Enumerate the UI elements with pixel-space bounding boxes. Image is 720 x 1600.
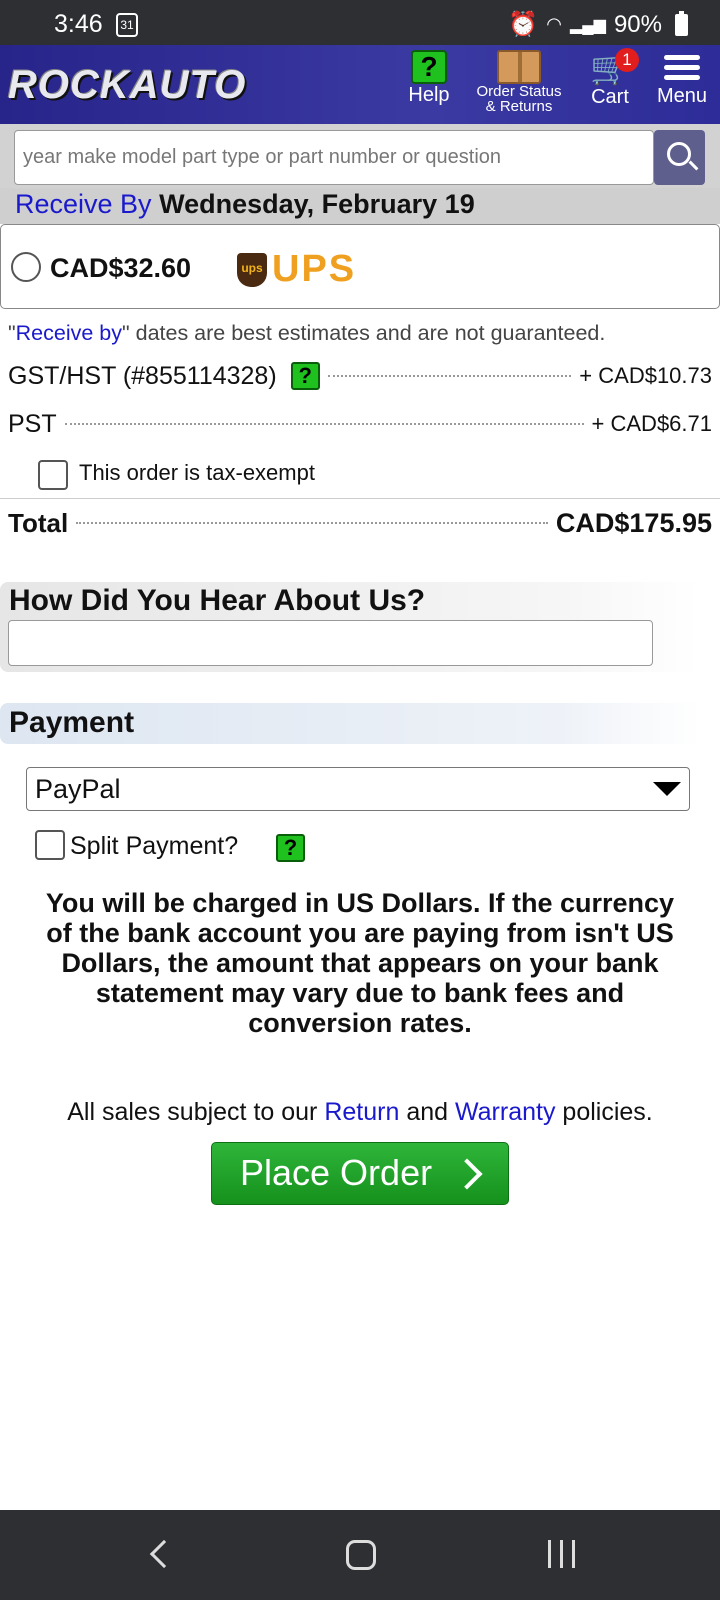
place-order-label: Place Order <box>240 1152 433 1193</box>
help-icon: ? <box>411 50 447 84</box>
status-time: 3:46 <box>54 10 103 38</box>
home-icon[interactable] <box>346 1540 376 1570</box>
receive-date: Wednesday, February 19 <box>159 189 475 219</box>
cart-label: Cart <box>591 86 629 108</box>
shipping-price: CAD$32.60 <box>50 253 192 283</box>
split-payment-checkbox[interactable] <box>35 830 65 860</box>
status-indicators: ⏰ ◠ ▂▄▆ 90% <box>508 10 662 39</box>
pst-amount: + CAD$6.71 <box>591 411 712 436</box>
hamburger-icon <box>664 55 700 80</box>
payment-title: Payment <box>9 706 135 739</box>
package-icon <box>497 50 541 84</box>
how-heard-input[interactable] <box>8 620 653 666</box>
receive-by-label: Receive By <box>15 189 152 219</box>
payment-method-value: PayPal <box>35 774 121 804</box>
divider <box>0 498 720 499</box>
cart-button[interactable]: 🛒 1 Cart <box>580 45 640 124</box>
place-order-button[interactable]: Place Order <box>211 1142 509 1205</box>
payment-section: Payment <box>0 703 700 744</box>
site-header: ROCKAUTO ? Help Order Status & Returns 🛒… <box>0 45 720 124</box>
shipping-option[interactable]: CAD$32.60 ups UPS <box>0 224 720 309</box>
help-button[interactable]: ? Help <box>398 45 460 124</box>
order-status-button[interactable]: Order Status & Returns <box>470 45 568 124</box>
order-status-label-2: & Returns <box>485 98 553 115</box>
signal-icon: ▂▄▆ <box>570 16 606 34</box>
split-payment-help-icon[interactable]: ? <box>276 834 305 862</box>
search-bar <box>0 124 720 192</box>
back-icon[interactable] <box>149 1539 179 1569</box>
cart-count-badge: 1 <box>615 48 639 72</box>
gst-help-icon[interactable]: ? <box>290 362 320 390</box>
pst-row: PST + CAD$6.71 <box>8 406 712 442</box>
recent-apps-icon[interactable] <box>548 1540 578 1570</box>
system-nav-bar <box>0 1510 720 1600</box>
calendar-icon: 31 <box>116 13 138 37</box>
battery-percent: 90% <box>613 10 662 38</box>
how-heard-title: How Did You Hear About Us? <box>9 584 426 617</box>
tax-exempt-label: This order is tax-exempt <box>79 460 315 485</box>
search-input[interactable] <box>14 130 654 185</box>
menu-label: Menu <box>656 85 708 107</box>
menu-button[interactable]: Menu <box>650 45 714 124</box>
policies-text: All sales subject to our Return and Warr… <box>67 1098 653 1126</box>
total-label: Total <box>8 507 69 538</box>
gst-amount: + CAD$10.73 <box>579 363 712 388</box>
wifi-icon: ◠ <box>546 14 562 34</box>
dropdown-caret-icon <box>653 782 681 796</box>
pst-label: PST <box>8 409 57 438</box>
chevron-right-icon <box>451 1158 483 1190</box>
tax-exempt-checkbox[interactable] <box>38 460 68 490</box>
ups-logo-icon: ups <box>237 253 267 287</box>
shipping-radio[interactable] <box>11 252 41 282</box>
help-label: Help <box>408 84 450 106</box>
search-button[interactable] <box>654 130 705 185</box>
gst-row: GST/HST (#855114328) ? + CAD$10.73 <box>8 358 712 394</box>
receive-by-header: Receive By Wednesday, February 19 <box>0 188 720 224</box>
receive-by-link[interactable]: Receive by <box>16 321 122 345</box>
warranty-policy-link[interactable]: Warranty <box>455 1098 555 1126</box>
gst-label: GST/HST (#855114328) <box>8 361 277 390</box>
currency-warning: You will be charged in US Dollars. If th… <box>45 888 675 1038</box>
rockauto-logo[interactable]: ROCKAUTO <box>8 63 246 108</box>
total-amount: CAD$175.95 <box>555 507 712 538</box>
cart-icon: 🛒 1 <box>587 48 639 86</box>
return-policy-link[interactable]: Return <box>324 1098 399 1126</box>
status-bar: 3:46 31 ⏰ ◠ ▂▄▆ 90% <box>0 0 720 45</box>
payment-method-select[interactable]: PayPal <box>26 767 690 811</box>
alarm-icon: ⏰ <box>508 11 539 38</box>
receive-by-disclaimer: "Receive by" dates are best estimates an… <box>8 321 606 345</box>
carrier-name: UPS <box>272 248 357 290</box>
order-status-label-1: Order Status <box>476 83 562 100</box>
total-row: Total CAD$175.95 <box>8 505 712 541</box>
split-payment-label: Split Payment? <box>70 832 239 860</box>
battery-icon <box>675 11 688 36</box>
